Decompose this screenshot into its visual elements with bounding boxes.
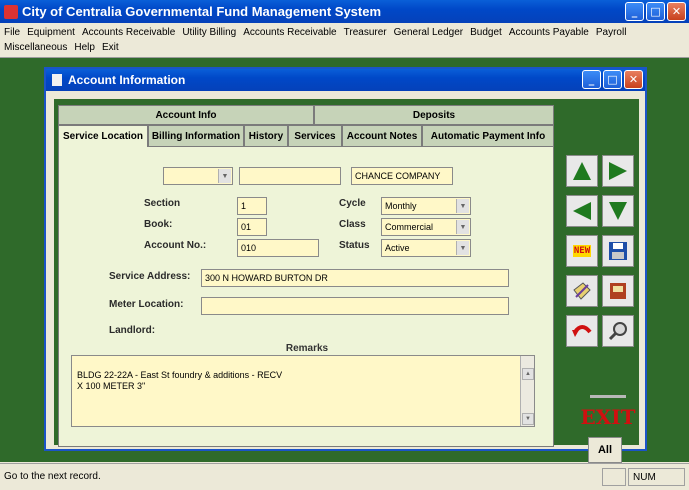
child-maximize-button[interactable]: □ xyxy=(603,70,622,89)
chevron-down-icon: ▼ xyxy=(456,199,469,213)
all-button[interactable]: All xyxy=(588,437,622,463)
child-title-bar: Account Information _ □ ✕ xyxy=(46,69,645,91)
cycle-select[interactable]: Monthly ▼ xyxy=(381,197,471,215)
cycle-label: Cycle xyxy=(339,198,366,209)
tab-panel: Account Info Deposits Service Location B… xyxy=(58,105,554,447)
remarks-scrollbar[interactable]: ▲ ▼ xyxy=(520,356,534,426)
app-title: City of Centralia Governmental Fund Mana… xyxy=(22,4,382,19)
tab-deposits[interactable]: Deposits xyxy=(314,105,554,125)
tab-automatic-payment-info[interactable]: Automatic Payment Info xyxy=(422,125,554,147)
service-address-label: Service Address: xyxy=(109,271,191,282)
tab-service-location[interactable]: Service Location xyxy=(58,125,148,147)
tab-services[interactable]: Services xyxy=(288,125,342,147)
class-select[interactable]: Commercial ▼ xyxy=(381,218,471,236)
num-lock-indicator: NUM xyxy=(628,468,685,486)
tab-account-notes[interactable]: Account Notes xyxy=(342,125,422,147)
menu-treasurer[interactable]: Treasurer xyxy=(344,25,387,40)
window-icon xyxy=(52,74,62,86)
child-minimize-button[interactable]: _ xyxy=(582,70,601,89)
chevron-down-icon: ▼ xyxy=(456,220,469,234)
status-select[interactable]: Active ▼ xyxy=(381,239,471,257)
service-location-content: ▼ CHANCE COMPANY Section 1 Book: 01 Acco… xyxy=(58,147,554,447)
app-icon xyxy=(4,4,18,19)
service-address-field[interactable]: 300 N HOWARD BURTON DR xyxy=(201,269,509,287)
company-name-field[interactable]: CHANCE COMPANY xyxy=(351,167,453,185)
menu-exit[interactable]: Exit xyxy=(102,40,119,55)
child-close-button[interactable]: ✕ xyxy=(624,70,643,89)
scroll-up-icon[interactable]: ▲ xyxy=(522,368,534,380)
section-field[interactable]: 1 xyxy=(237,197,267,215)
menu-general-ledger[interactable]: General Ledger xyxy=(394,25,464,40)
menu-accounts-payable[interactable]: Accounts Payable xyxy=(509,25,589,40)
remarks-label: Remarks xyxy=(285,343,329,354)
meter-location-label: Meter Location: xyxy=(109,299,184,310)
undo-button[interactable] xyxy=(566,315,598,347)
book-field[interactable]: 01 xyxy=(237,218,267,236)
menu-accounts-receivable-2[interactable]: Accounts Receivable xyxy=(243,25,336,40)
last-record-button[interactable] xyxy=(602,195,634,227)
tab-billing-information[interactable]: Billing Information xyxy=(148,125,244,147)
menu-bar: File Equipment Accounts Receivable Utili… xyxy=(0,23,689,57)
save-button[interactable] xyxy=(602,235,634,267)
menu-equipment[interactable]: Equipment xyxy=(27,25,75,40)
landlord-label: Landlord: xyxy=(109,325,156,336)
new-record-icon: NEW xyxy=(572,245,592,257)
menu-budget[interactable]: Budget xyxy=(470,25,502,40)
undo-icon xyxy=(572,325,592,337)
status-label: Status xyxy=(339,240,370,251)
first-record-button[interactable] xyxy=(566,155,598,187)
print-button[interactable] xyxy=(602,275,634,307)
status-bar: Go to the next record. NUM xyxy=(0,463,689,490)
next-record-button[interactable] xyxy=(602,155,634,187)
remarks-textarea[interactable]: BLDG 22-22A - East St foundry & addition… xyxy=(71,355,535,427)
search-icon xyxy=(608,322,627,341)
search-button[interactable] xyxy=(602,315,634,347)
app-title-bar: City of Centralia Governmental Fund Mana… xyxy=(0,0,689,23)
chevron-down-icon: ▼ xyxy=(218,169,231,183)
previous-record-icon xyxy=(573,202,591,220)
meter-location-field[interactable] xyxy=(201,297,509,315)
minimize-button[interactable]: _ xyxy=(625,2,644,21)
last-record-icon xyxy=(609,202,627,220)
previous-record-button[interactable] xyxy=(566,195,598,227)
status-message: Go to the next record. xyxy=(4,471,101,482)
menu-accounts-receivable[interactable]: Accounts Receivable xyxy=(82,25,175,40)
child-title: Account Information xyxy=(68,73,186,87)
menu-help[interactable]: Help xyxy=(74,40,95,55)
new-record-button[interactable]: NEW xyxy=(566,235,598,267)
section-label: Section xyxy=(144,198,181,209)
menu-utility-billing[interactable]: Utility Billing xyxy=(182,25,236,40)
print-icon xyxy=(610,283,626,299)
menu-miscellaneous[interactable]: Miscellaneous xyxy=(4,40,67,55)
account-information-window: Account Information _ □ ✕ Account Info D… xyxy=(44,67,647,463)
status-pane xyxy=(602,468,626,486)
account-no-field[interactable]: 010 xyxy=(237,239,319,257)
account-type-select[interactable]: ▼ xyxy=(163,167,233,185)
edit-icon xyxy=(573,282,591,300)
tab-account-info[interactable]: Account Info xyxy=(58,105,314,125)
save-icon xyxy=(609,242,627,260)
edit-button[interactable] xyxy=(566,275,598,307)
tab-history[interactable]: History xyxy=(244,125,288,147)
account-lookup-field[interactable] xyxy=(239,167,341,185)
scroll-down-icon[interactable]: ▼ xyxy=(522,413,534,425)
account-no-label: Account No.: xyxy=(144,240,207,251)
first-record-icon xyxy=(573,162,591,180)
book-label: Book: xyxy=(144,219,173,230)
menu-payroll[interactable]: Payroll xyxy=(596,25,627,40)
next-record-icon xyxy=(609,162,627,180)
child-body: Account Info Deposits Service Location B… xyxy=(54,99,639,463)
chevron-down-icon: ▼ xyxy=(456,241,469,255)
close-button[interactable]: ✕ xyxy=(667,2,686,21)
class-label: Class xyxy=(339,219,366,230)
exit-button[interactable]: EXIT xyxy=(581,395,636,429)
menu-file[interactable]: File xyxy=(4,25,20,40)
maximize-button[interactable]: □ xyxy=(646,2,665,21)
